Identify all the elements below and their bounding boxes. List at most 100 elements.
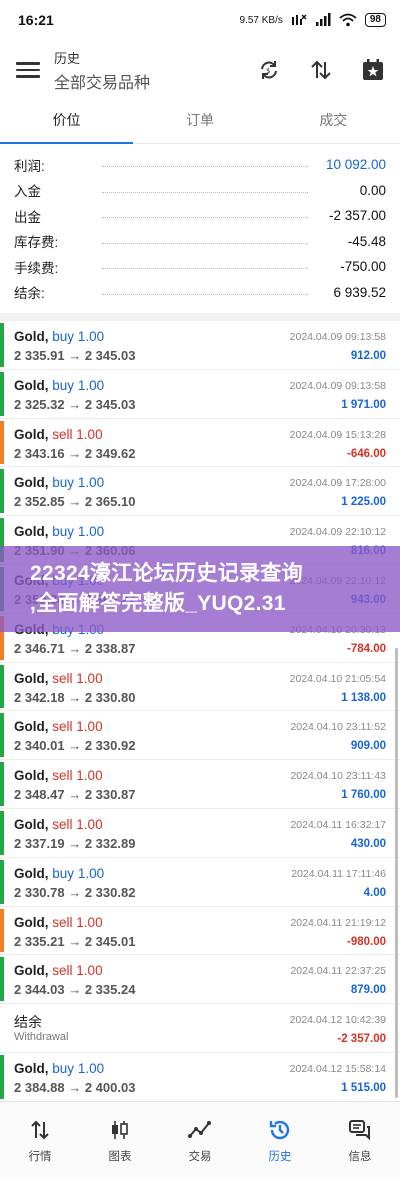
nav-chart[interactable]: 图表 xyxy=(80,1102,160,1179)
deal-profit: 1 225.00 xyxy=(341,496,386,509)
deal-row[interactable]: Gold, sell 1.00 2024.04.10 23:11:43 2 348.… xyxy=(0,760,400,809)
summary-row-swap: 库存费: -45.48 xyxy=(14,229,386,255)
deal-date: 2024.04.12 10:42:39 xyxy=(289,1014,386,1027)
deal-prices: 2 346.71 → 2 338.87 xyxy=(14,640,136,656)
page-subtitle: 全部交易品种 xyxy=(54,74,151,92)
deal-row[interactable]: Gold, sell 1.00 2024.04.11 22:37:25 2 344.… xyxy=(0,955,400,1005)
nav-label: 交易 xyxy=(188,1151,212,1163)
nav-history[interactable]: 历史 xyxy=(240,1102,320,1179)
tab-deals[interactable]: 成交 xyxy=(267,100,400,143)
status-bar: 16:21 9.57 KB/s 98 xyxy=(0,0,400,40)
deal-type: sell xyxy=(52,426,73,442)
deal-prices: 2 344.03 → 2 335.24 xyxy=(14,982,136,998)
deal-type: buy xyxy=(52,865,75,881)
deal-date: 2024.04.11 21:19:12 xyxy=(290,916,386,929)
deal-lots: 1.00 xyxy=(77,475,105,491)
title-block[interactable]: 历史 全部交易品种 xyxy=(54,48,256,93)
deal-prices: 2 325.32 → 2 345.03 xyxy=(14,396,136,412)
deal-lots: 1.00 xyxy=(76,426,103,442)
deal-row[interactable]: Gold, buy 1.00 2024.04.09 09:13:58 2 335.9… xyxy=(0,321,400,370)
deal-prices: 2 335.21 → 2 345.01 xyxy=(14,933,136,949)
deal-type: buy xyxy=(52,475,75,491)
sort-icon[interactable] xyxy=(308,57,334,83)
nav-label: 历史 xyxy=(268,1151,292,1163)
deal-lots: 1.00 xyxy=(77,524,105,540)
nav-trade[interactable]: 交易 xyxy=(160,1102,240,1179)
deal-type-bar xyxy=(0,323,4,367)
page-title: 历史 xyxy=(54,50,81,66)
deal-prices: 2 340.01 → 2 330.92 xyxy=(14,738,136,754)
menu-icon[interactable] xyxy=(16,58,40,82)
deal-symbol: Gold, xyxy=(14,719,49,735)
deal-date: 2024.04.10 21:05:54 xyxy=(289,672,386,685)
deal-type-bar xyxy=(0,713,4,758)
summary-row-commission: 手续费: -750.00 xyxy=(14,254,386,280)
deal-profit: -2 357.00 xyxy=(337,1033,386,1046)
nav-quotes[interactable]: 行情 xyxy=(0,1102,80,1179)
calendar-icon[interactable] xyxy=(360,57,386,83)
watermark-line-1: 22324濠江论坛历史记录查询 xyxy=(30,562,303,585)
deal-type: buy xyxy=(52,377,75,393)
deal-date: 2024.04.10 23:11:43 xyxy=(290,770,386,783)
deal-prices: 2 352.85 → 2 365.10 xyxy=(14,494,136,510)
deal-symbol: Gold, xyxy=(14,816,49,832)
deal-symbol: Gold, xyxy=(14,963,49,979)
deal-lots: 1.00 xyxy=(77,377,105,393)
deal-row[interactable]: 结余 2024.04.12 10:42:39 Withdrawal -2 357.00 xyxy=(0,1004,400,1053)
deal-symbol: Gold, xyxy=(14,914,49,930)
summary-label: 入金 xyxy=(14,184,41,200)
deal-row[interactable]: Gold, buy 1.00 2024.04.12 15:58:14 2 384.8… xyxy=(0,1053,400,1102)
nav-messages[interactable]: 信息 xyxy=(320,1102,400,1179)
deal-profit: -646.00 xyxy=(346,447,386,460)
deal-subtitle: Withdrawal xyxy=(14,1031,69,1044)
deal-row[interactable]: Gold, sell 1.00 2024.04.10 21:05:54 2 342.… xyxy=(0,663,400,712)
deal-profit: 430.00 xyxy=(350,837,386,850)
deal-lots: 1.00 xyxy=(77,865,105,881)
deal-symbol: Gold, xyxy=(14,865,49,881)
bottom-navigation: 行情 图表 交易 历史 信息 xyxy=(0,1101,400,1179)
deal-profit: 912.00 xyxy=(350,350,386,362)
history-icon xyxy=(268,1118,292,1142)
deal-type: sell xyxy=(52,963,73,979)
deal-prices: 2 335.91 → 2 345.03 xyxy=(14,348,136,363)
watermark-banner: 22324濠江论坛历史记录查询 ,全面解答完整版_YUQ2.31 xyxy=(0,546,400,632)
deal-row[interactable]: Gold, buy 1.00 2024.04.09 17:28:00 2 352.8… xyxy=(0,467,400,517)
deal-row[interactable]: Gold, buy 1.00 2024.04.11 17:11:46 2 330.7… xyxy=(0,858,400,907)
deal-row[interactable]: Gold, buy 1.00 2024.04.09 09:13:58 2 325.3… xyxy=(0,370,400,419)
wifi-icon xyxy=(339,13,357,27)
deal-row[interactable]: Gold, sell 1.00 2024.04.11 16:32:17 2 337.… xyxy=(0,809,400,858)
deal-date: 2024.04.11 16:32:17 xyxy=(290,818,386,831)
deal-type: sell xyxy=(52,719,73,735)
trade-icon xyxy=(188,1118,212,1142)
deal-date: 2024.04.09 17:28:00 xyxy=(289,477,386,490)
chart-icon xyxy=(109,1118,131,1142)
svg-text:$: $ xyxy=(266,67,270,75)
deal-row[interactable]: Gold, sell 1.00 2024.04.11 21:19:12 2 335.… xyxy=(0,907,400,956)
deal-lots: 1.00 xyxy=(76,816,103,832)
deal-type: buy xyxy=(52,329,75,344)
deal-symbol: Gold, xyxy=(14,1060,49,1076)
tab-orders[interactable]: 订单 xyxy=(133,100,266,143)
deal-row[interactable]: Gold, sell 1.00 2024.04.09 15:13:28 2 343.… xyxy=(0,419,400,468)
scrollbar[interactable] xyxy=(395,648,398,1098)
deal-symbol: Gold, xyxy=(14,670,49,686)
deal-lots: 1.00 xyxy=(76,768,103,784)
deal-profit: -784.00 xyxy=(346,642,386,655)
sync-icon[interactable]: $ xyxy=(256,57,282,83)
deal-symbol: Gold, xyxy=(14,329,49,344)
deal-date: 2024.04.09 15:13:28 xyxy=(289,428,386,441)
net-speed: 9.57 KB/s xyxy=(239,14,283,26)
deal-type: sell xyxy=(52,768,73,784)
deal-row[interactable]: Gold, sell 1.00 2024.04.10 23:11:52 2 340.… xyxy=(0,711,400,761)
quotes-icon xyxy=(29,1118,51,1142)
deal-profit: 1 138.00 xyxy=(341,691,386,704)
deal-lots: 1.00 xyxy=(76,670,103,686)
tab-indicator xyxy=(0,141,133,144)
deal-type-bar xyxy=(0,469,4,514)
tab-positions[interactable]: 价位 xyxy=(0,100,133,143)
deal-type-bar xyxy=(0,371,4,416)
deal-prices: 2 343.16 → 2 349.62 xyxy=(14,445,136,461)
nav-label: 行情 xyxy=(28,1151,52,1163)
deal-type-bar xyxy=(0,762,4,806)
deal-type-bar xyxy=(0,810,4,855)
